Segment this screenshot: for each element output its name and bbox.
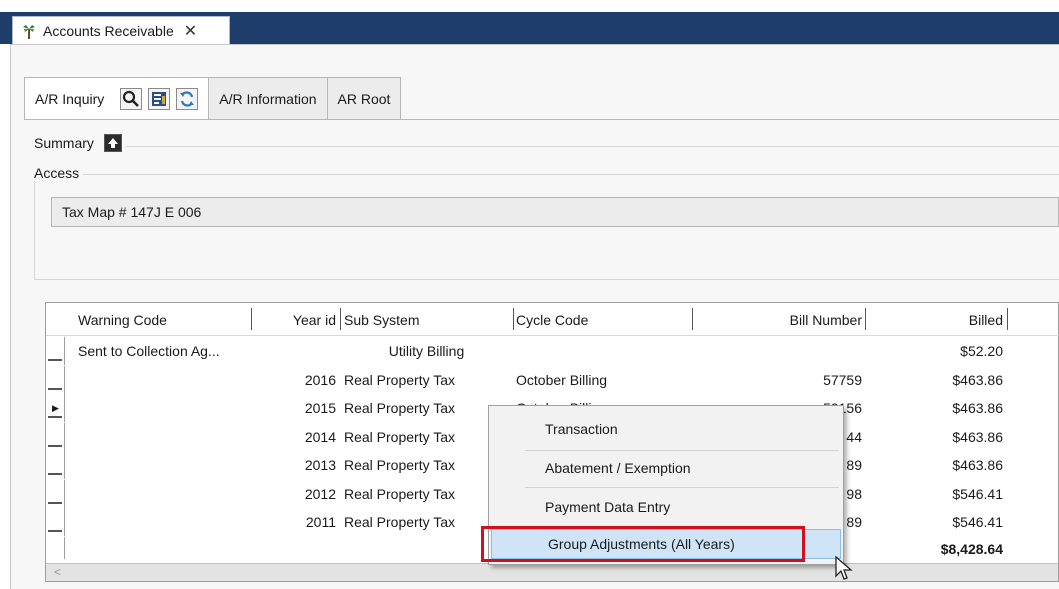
- column-header-sub-system[interactable]: Sub System: [344, 303, 419, 336]
- column-separator: [251, 308, 252, 330]
- cell-year-id[interactable]: 2015: [274, 394, 336, 422]
- cell-sub-system[interactable]: Real Property Tax: [344, 394, 509, 422]
- row-marker: [48, 501, 62, 504]
- row-selector[interactable]: [46, 422, 65, 451]
- cell-billed[interactable]: $463.86: [869, 451, 1003, 479]
- cell-year-id[interactable]: 2016: [274, 366, 336, 394]
- current-row-arrow-icon: ▶: [52, 403, 59, 413]
- access-field[interactable]: Tax Map # 147J E 006: [51, 197, 1059, 227]
- report-icon[interactable]: [148, 88, 171, 110]
- row-marker: [48, 473, 62, 475]
- cell-bill-number[interactable]: [696, 337, 862, 365]
- summary-label: Summary: [34, 135, 94, 151]
- cell-year-id[interactable]: [274, 337, 336, 365]
- cell-billed[interactable]: $546.41: [869, 508, 1003, 536]
- scroll-left-icon[interactable]: <: [54, 565, 61, 579]
- cell-billed[interactable]: $463.86: [869, 394, 1003, 422]
- row-selector[interactable]: ▶: [46, 394, 65, 422]
- grid-header: Warning Code Year id Sub System Cycle Co…: [46, 303, 1059, 336]
- tab-divider: [24, 119, 1059, 120]
- cell-year-id[interactable]: 2012: [274, 480, 336, 508]
- cell-billed[interactable]: $546.41: [869, 480, 1003, 508]
- column-separator: [865, 308, 866, 330]
- cell-year-id[interactable]: 2011: [274, 508, 336, 536]
- cell-warning-code[interactable]: Sent to Collection Ag...: [78, 337, 258, 365]
- menu-item-transaction[interactable]: Transaction: [489, 414, 843, 444]
- tab-ar-root[interactable]: AR Root: [326, 77, 402, 119]
- access-label: Access: [30, 165, 84, 181]
- summary-header: Summary: [30, 134, 126, 152]
- tab-label: A/R Information: [219, 90, 317, 107]
- summary-divider: [34, 146, 1059, 147]
- tab-label: AR Root: [337, 90, 391, 107]
- column-header-bill-number[interactable]: Bill Number: [696, 303, 862, 336]
- close-icon[interactable]: ✕: [184, 21, 197, 41]
- row-selector[interactable]: [46, 337, 65, 365]
- mouse-cursor-icon: [834, 555, 854, 582]
- cell-year-id[interactable]: 2014: [274, 423, 336, 451]
- menu-item-label: Payment Data Entry: [545, 499, 671, 515]
- access-value: Tax Map # 147J E 006: [62, 204, 202, 220]
- tab-label: A/R Inquiry: [35, 91, 105, 107]
- row-selector: [46, 536, 65, 559]
- column-header-cycle-code[interactable]: Cycle Code: [516, 303, 588, 336]
- menu-item-label: Abatement / Exemption: [545, 460, 691, 476]
- cell-warning-code[interactable]: [78, 394, 258, 422]
- cell-cycle-code[interactable]: October Billing: [516, 366, 686, 394]
- column-separator: [692, 308, 693, 330]
- refresh-icon[interactable]: [176, 88, 199, 110]
- cell-warning-code[interactable]: [78, 451, 258, 479]
- horizontal-scrollbar[interactable]: <: [46, 563, 1058, 581]
- tab-row: A/R Inquiry A/R Information AR Root: [24, 77, 402, 120]
- cell-cycle-code[interactable]: [516, 337, 686, 365]
- doc-tab-accounts-receivable[interactable]: Accounts Receivable ✕: [12, 16, 230, 44]
- row-selector[interactable]: [46, 451, 65, 479]
- column-separator: [513, 308, 514, 330]
- menu-item-abatement-exemption[interactable]: Abatement / Exemption: [489, 453, 843, 483]
- tab-toolbar: [120, 88, 199, 110]
- tab-ar-inquiry[interactable]: A/R Inquiry: [24, 77, 210, 120]
- cell-sub-system[interactable]: Real Property Tax: [344, 451, 509, 479]
- cell-warning-code[interactable]: [78, 366, 258, 394]
- access-group: [34, 174, 1059, 280]
- menu-item-payment-data-entry[interactable]: Payment Data Entry: [489, 492, 843, 522]
- row-selector[interactable]: [46, 508, 65, 536]
- column-separator: [1007, 308, 1008, 330]
- cell-warning-code[interactable]: [78, 508, 258, 536]
- cell-sub-system[interactable]: Utility Billing: [344, 337, 509, 365]
- row-marker: [48, 387, 62, 390]
- row-marker: [48, 416, 62, 418]
- row-selector[interactable]: [46, 365, 65, 394]
- row-marker: [48, 530, 62, 532]
- column-header-year-id[interactable]: Year id: [274, 303, 336, 336]
- cell-year-id[interactable]: 2013: [274, 451, 336, 479]
- cell-warning-code[interactable]: [78, 480, 258, 508]
- row-marker: [48, 359, 62, 361]
- menu-separator: [525, 487, 839, 488]
- tab-ar-information[interactable]: A/R Information: [208, 77, 328, 119]
- menu-separator: [525, 450, 839, 451]
- cell-billed[interactable]: $463.86: [869, 423, 1003, 451]
- menu-item-label: Transaction: [545, 421, 618, 437]
- column-header-billed[interactable]: Billed: [869, 303, 1003, 336]
- doc-tab-label: Accounts Receivable: [43, 22, 174, 39]
- search-icon[interactable]: [120, 88, 143, 110]
- cell-warning-code[interactable]: [78, 423, 258, 451]
- cell-billed[interactable]: $463.86: [869, 366, 1003, 394]
- row-marker: [48, 444, 62, 447]
- cell-bill-number[interactable]: 57759: [696, 366, 862, 394]
- cell-billed[interactable]: $52.20: [869, 337, 1003, 365]
- callout-highlight-box: [481, 526, 805, 562]
- export-icon[interactable]: [103, 134, 122, 152]
- column-header-warning-code[interactable]: Warning Code: [78, 303, 167, 336]
- cell-sub-system[interactable]: Real Property Tax: [344, 423, 509, 451]
- document-tab-bar: Accounts Receivable ✕: [0, 0, 1059, 44]
- column-separator: [340, 308, 341, 330]
- billed-total: $8,428.64: [940, 541, 1003, 557]
- palm-tree-icon: [21, 23, 37, 39]
- cell-sub-system[interactable]: Real Property Tax: [344, 480, 509, 508]
- cell-sub-system[interactable]: Real Property Tax: [344, 366, 509, 394]
- row-selector[interactable]: [46, 479, 65, 508]
